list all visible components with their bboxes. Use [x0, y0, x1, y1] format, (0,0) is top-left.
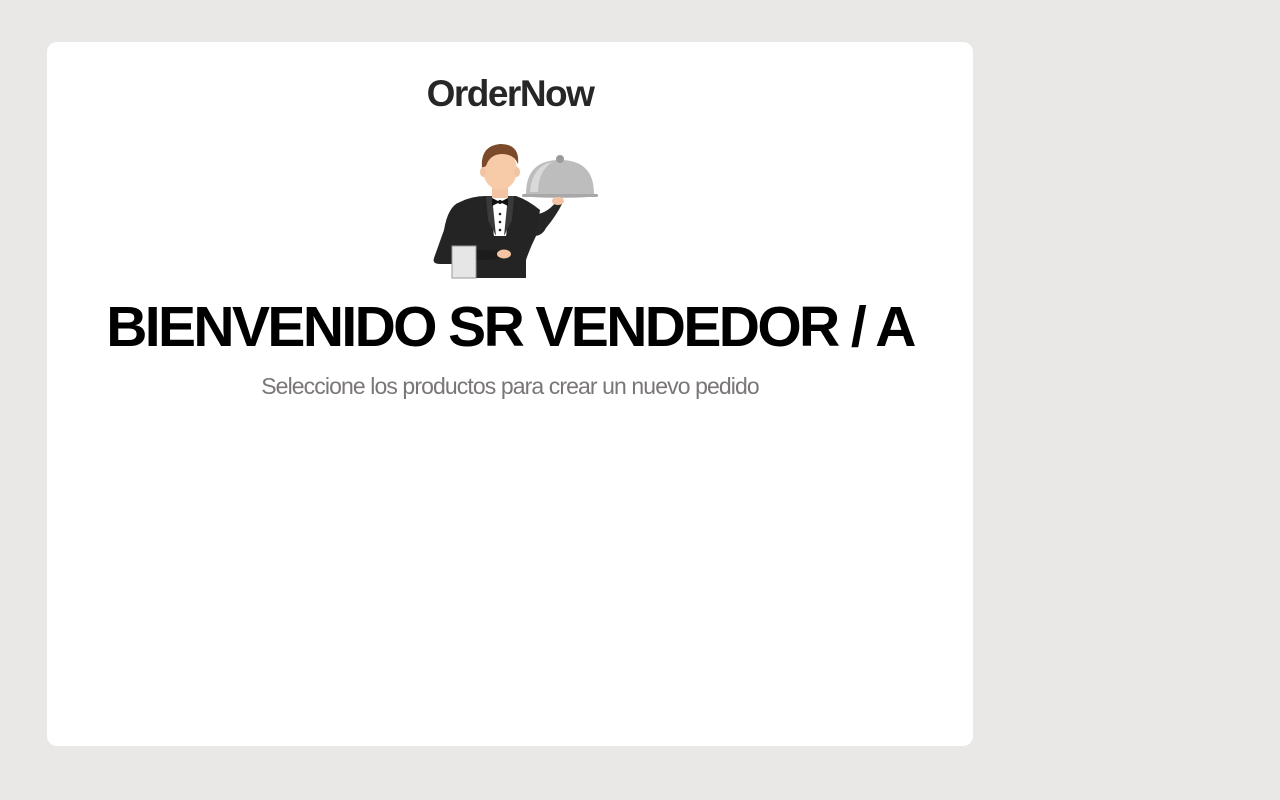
- brand-logo: OrderNow: [426, 73, 595, 114]
- welcome-card: OrderNow BIENVENIDO SR VENDEDOR / A Sele…: [47, 42, 973, 746]
- waiter-with-cloche-icon: [433, 144, 598, 279]
- page-title: BIENVENIDO SR VENDEDOR / A: [106, 295, 916, 359]
- page-subtitle: Seleccione los productos para crear un n…: [261, 373, 759, 399]
